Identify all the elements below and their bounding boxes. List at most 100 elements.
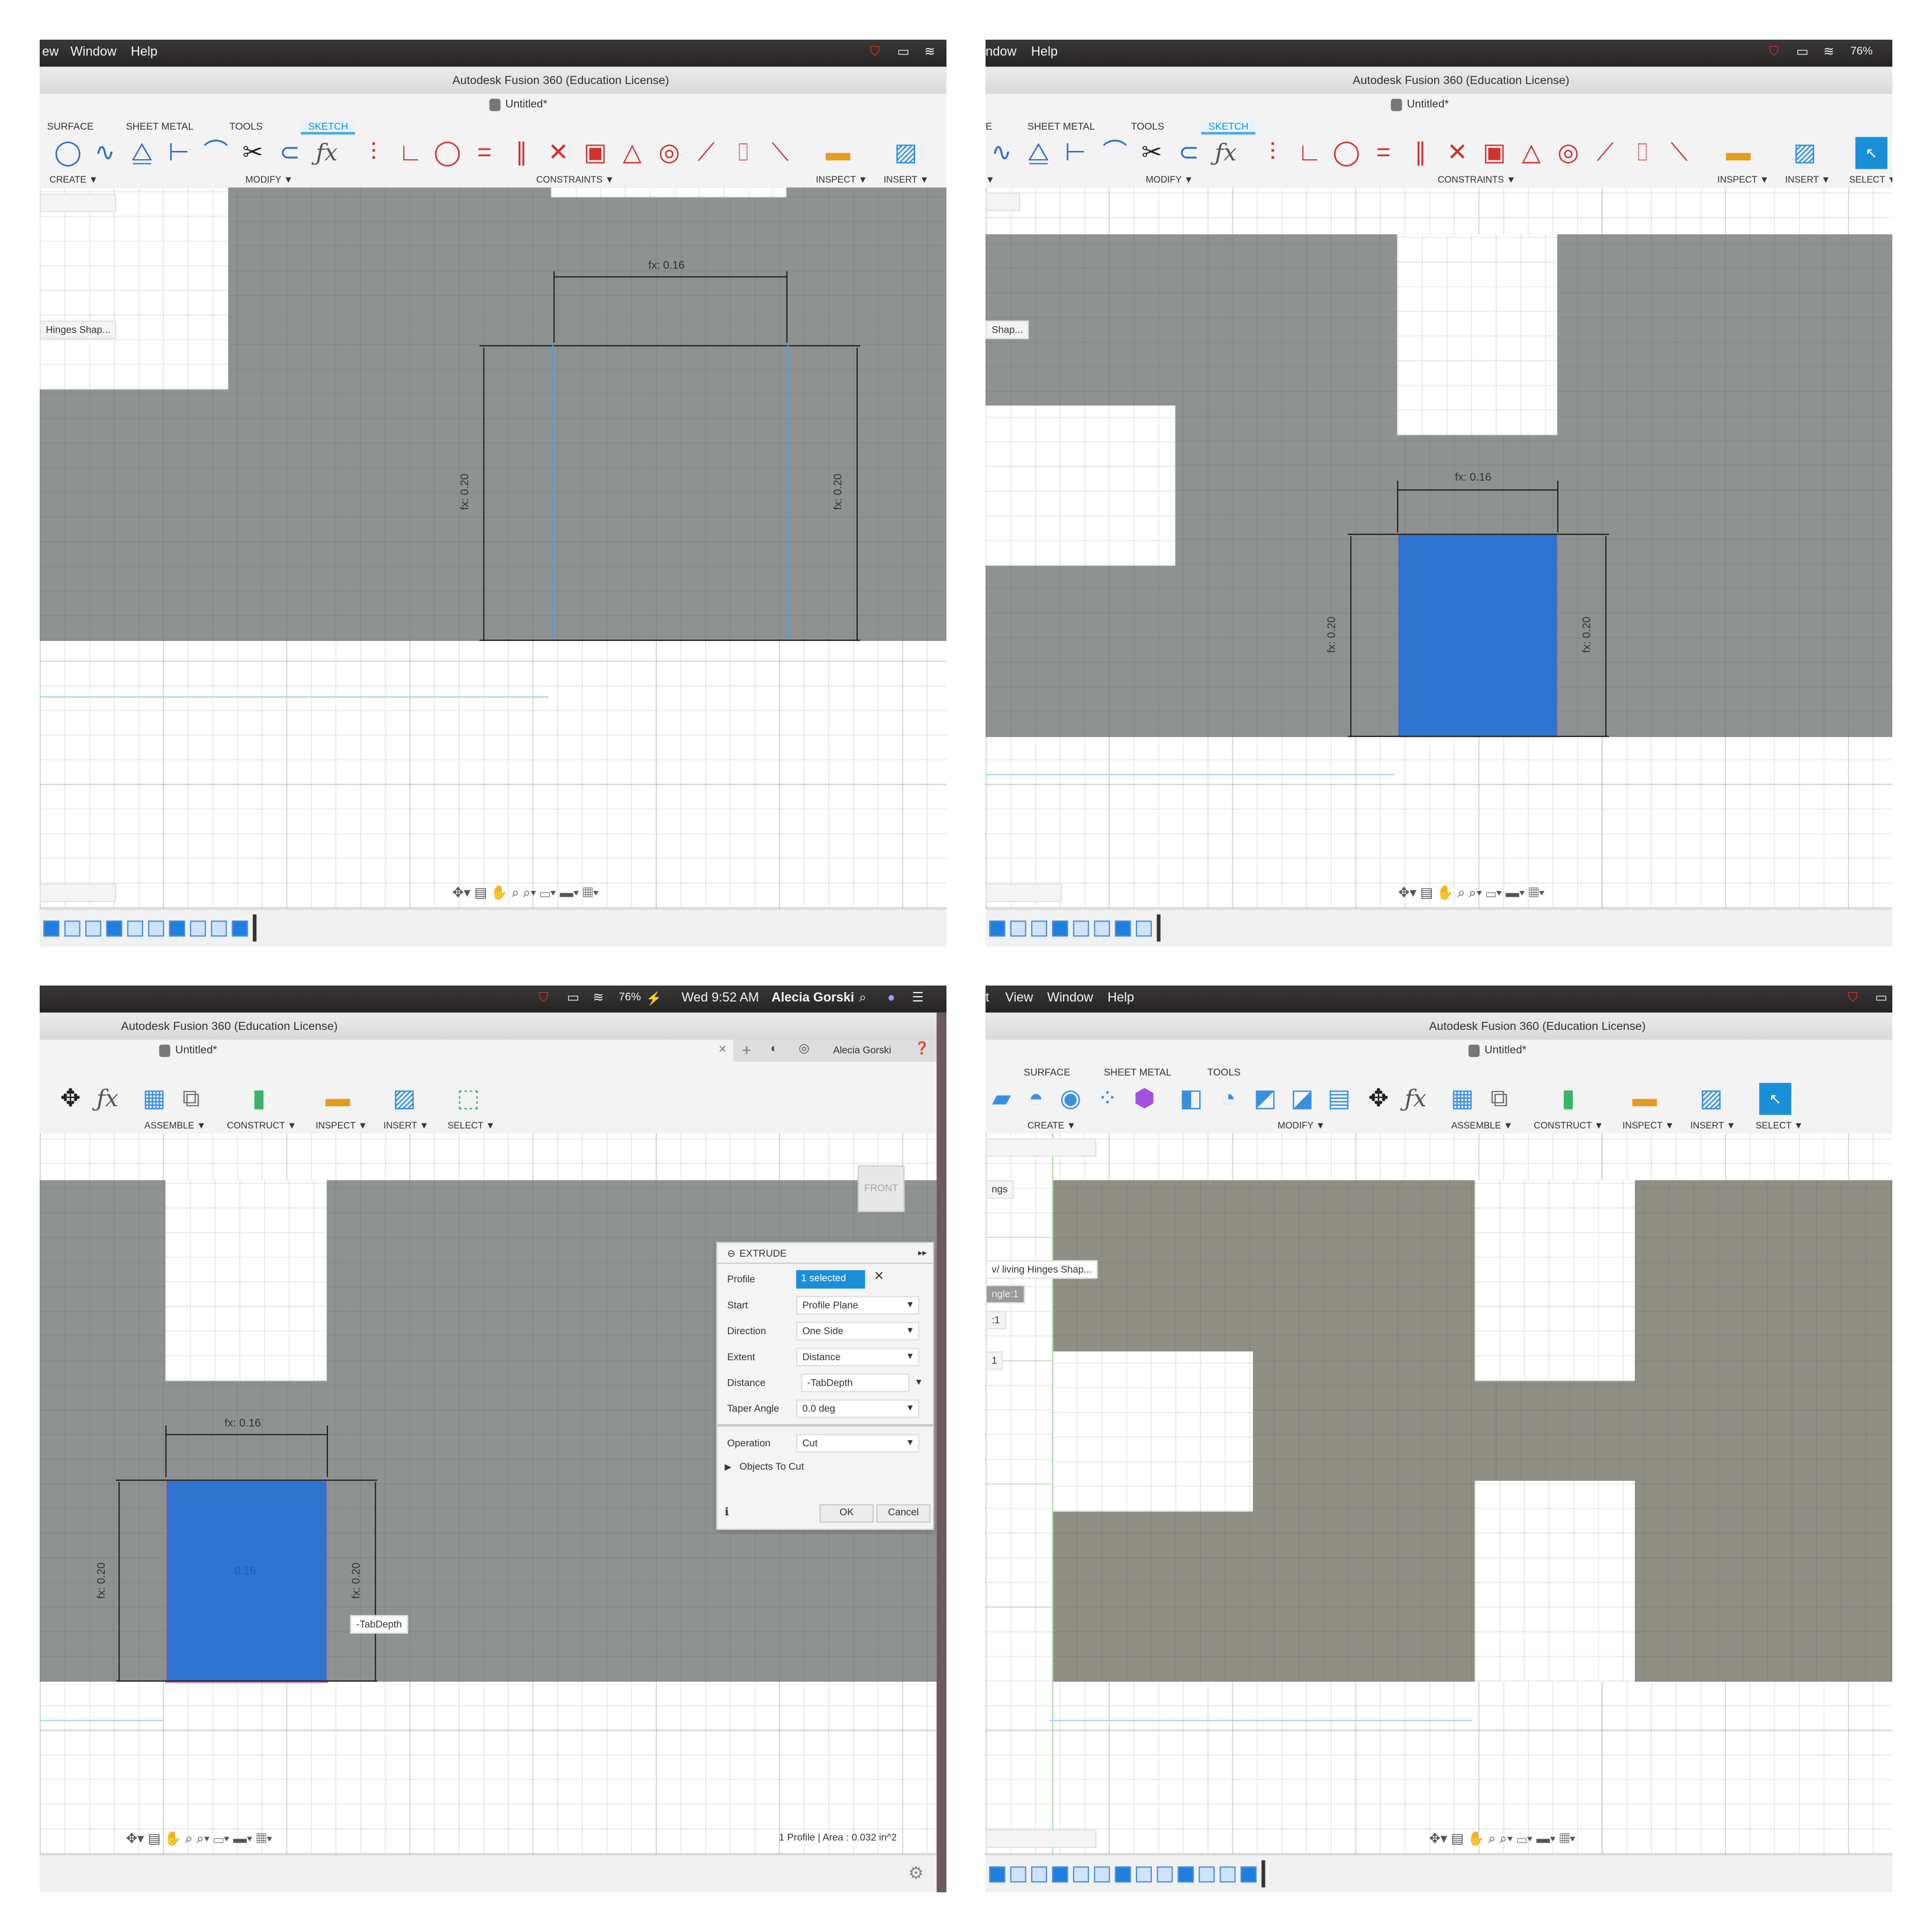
timeline-marker[interactable] bbox=[1157, 914, 1161, 942]
insert-image-icon[interactable]: ▨ bbox=[890, 137, 922, 169]
toolbar-group-select[interactable]: SELECT ▼ bbox=[1756, 1120, 1803, 1131]
toolbar-group-constraints[interactable]: CONSTRAINTS ▼ bbox=[1438, 174, 1516, 185]
tangent-icon[interactable]: ◯ bbox=[432, 137, 463, 169]
user-account[interactable]: Alecia Gorski bbox=[833, 1045, 891, 1056]
collinear-icon[interactable]: ✕ bbox=[1441, 137, 1473, 169]
equal-icon[interactable]: = bbox=[1367, 137, 1399, 169]
timeline-feature[interactable] bbox=[127, 920, 143, 937]
settings-gear-icon[interactable]: ⚙ bbox=[908, 1863, 923, 1883]
midpoint-icon[interactable]: ⟋ bbox=[1589, 137, 1621, 169]
fx-icon[interactable]: ƒx bbox=[1210, 137, 1242, 169]
collapse-icon[interactable]: ⊖ bbox=[727, 1248, 735, 1259]
triangle-icon[interactable]: △ bbox=[616, 137, 648, 169]
mirror-icon[interactable]: ⧋ bbox=[126, 137, 158, 169]
fillet-icon[interactable]: ⌒ bbox=[1099, 137, 1131, 169]
sketch-dimension-icon[interactable]: ⊢ bbox=[1060, 137, 1091, 169]
parallel-icon[interactable]: ∥ bbox=[505, 137, 537, 169]
collinear-icon[interactable]: ✕ bbox=[542, 137, 574, 169]
timeline-marker[interactable] bbox=[1261, 1860, 1266, 1888]
battery-icon[interactable]: ⚡ bbox=[646, 990, 662, 1006]
pattern-icon[interactable]: ⁘ bbox=[1091, 1083, 1123, 1115]
timeline-feature[interactable] bbox=[1157, 1866, 1173, 1883]
timeline-feature[interactable] bbox=[189, 920, 207, 937]
tab-sheet-metal[interactable]: SHEET METAL bbox=[1104, 1067, 1171, 1078]
toolbar-group-insert[interactable]: INSERT ▼ bbox=[1690, 1120, 1735, 1131]
document-tab[interactable]: Untitled* bbox=[1407, 98, 1449, 110]
browser-item[interactable]: :1 bbox=[986, 1310, 1006, 1329]
press-pull-icon[interactable]: ◧ bbox=[1176, 1083, 1208, 1115]
timeline-feature[interactable] bbox=[989, 920, 1006, 937]
menu-item[interactable]: Help bbox=[1107, 990, 1134, 1005]
dimension-label[interactable]: fx: 0.16 bbox=[648, 259, 684, 272]
airplay-icon[interactable]: ▭ bbox=[1875, 990, 1888, 1005]
chevron-down-icon[interactable]: ▼ bbox=[915, 1375, 923, 1391]
wifi-icon[interactable]: ≋ bbox=[593, 990, 604, 1005]
browser-item[interactable]: ngs bbox=[986, 1180, 1014, 1199]
browser-header[interactable] bbox=[986, 192, 1020, 211]
timeline-feature[interactable] bbox=[106, 920, 123, 937]
tab-sheet-metal[interactable]: SHEET METAL bbox=[1028, 121, 1095, 132]
menu-item[interactable]: ndow bbox=[986, 44, 1016, 59]
tangent-icon[interactable]: ◯ bbox=[1331, 137, 1363, 169]
profile-selection[interactable]: 1 selected bbox=[796, 1270, 865, 1289]
direction-dropdown[interactable]: One Side ▼ bbox=[796, 1322, 920, 1341]
extent-dropdown[interactable]: Distance ▼ bbox=[796, 1347, 920, 1367]
fillet-icon[interactable]: ⌒ bbox=[200, 137, 232, 169]
distance-input-tooltip[interactable]: -TabDepth bbox=[350, 1615, 408, 1634]
fix-constraint-icon[interactable]: ⫶ bbox=[1257, 137, 1289, 169]
siri-icon[interactable]: ● bbox=[887, 990, 895, 1005]
document-tab[interactable]: Untitled* bbox=[505, 98, 548, 110]
browser-footer[interactable] bbox=[986, 883, 1062, 903]
browser-item[interactable]: v/ living Hinges Shap... bbox=[986, 1260, 1099, 1279]
timeline[interactable]: ⚙ bbox=[40, 1854, 937, 1892]
toolbar-group-insert[interactable]: INSERT ▼ bbox=[884, 174, 929, 185]
offset-icon[interactable]: ⊂ bbox=[1173, 137, 1205, 169]
toolbar-group-assemble[interactable]: ASSEMBLE ▼ bbox=[1451, 1120, 1513, 1131]
close-tab-button[interactable]: × bbox=[719, 1042, 726, 1057]
symmetry-icon[interactable]: ⌷ bbox=[727, 137, 759, 169]
toolbar-group-create[interactable]: CREATE ▼ bbox=[50, 174, 98, 185]
toolbar-group-inspect[interactable]: INSPECT ▼ bbox=[315, 1120, 367, 1131]
timeline-feature[interactable] bbox=[1115, 920, 1131, 937]
navigation-toolbar[interactable]: ✥▾ ▤ ✋ ⌕ ⌕▾ ▭▾ ▬▾ ▦▾ bbox=[1398, 885, 1544, 902]
timeline-feature[interactable] bbox=[1094, 920, 1110, 937]
timeline-feature[interactable] bbox=[1240, 1866, 1257, 1883]
navigation-toolbar[interactable]: ✥▾ ▤ ✋ ⌕ ⌕▾ ▭▾ ▬▾ ▦▾ bbox=[1429, 1831, 1575, 1848]
selected-profile[interactable] bbox=[165, 1479, 329, 1683]
lock-icon[interactable]: ▣ bbox=[579, 137, 611, 169]
new-component-icon[interactable]: ▦ bbox=[1446, 1083, 1478, 1115]
toolbar-group-create[interactable]: CREATE ▼ bbox=[1028, 1120, 1076, 1131]
construct-plane-icon[interactable]: ▮ bbox=[1552, 1083, 1584, 1115]
timeline-feature[interactable] bbox=[169, 920, 185, 937]
timeline-feature[interactable] bbox=[1031, 1866, 1048, 1883]
fx-icon[interactable]: ƒx bbox=[1399, 1083, 1431, 1115]
view-cube[interactable]: FRONT bbox=[858, 1165, 905, 1212]
selected-profile[interactable] bbox=[1397, 533, 1559, 738]
browser-item[interactable]: Shap... bbox=[986, 320, 1029, 339]
chamfer-icon[interactable]: ◩ bbox=[1249, 1083, 1281, 1115]
offset-icon[interactable]: ⊂ bbox=[273, 137, 305, 169]
perpendicular-icon[interactable]: ∟ bbox=[394, 137, 426, 169]
shell-icon[interactable]: ◪ bbox=[1286, 1083, 1318, 1115]
mcafee-icon[interactable]: ⛉ bbox=[1848, 990, 1857, 1006]
navigation-toolbar[interactable]: ✥▾ ▤ ✋ ⌕ ⌕▾ ▭▾ ▬▾ ▦▾ bbox=[126, 1831, 272, 1848]
dimension-label[interactable]: fx: 0.16 bbox=[224, 1417, 260, 1429]
concentric-icon[interactable]: ◎ bbox=[653, 137, 685, 169]
measure-icon[interactable]: ▬ bbox=[822, 137, 854, 169]
lock-icon[interactable]: ▣ bbox=[1479, 137, 1511, 169]
toolbar-group-construct[interactable]: CONSTRUCT ▼ bbox=[227, 1120, 297, 1131]
combine-icon[interactable]: ▤ bbox=[1323, 1083, 1355, 1115]
tab-sketch[interactable]: SKETCH bbox=[301, 121, 356, 135]
dimension-label[interactable]: fx: 0.20 bbox=[1325, 617, 1338, 653]
timeline-feature[interactable] bbox=[1199, 1866, 1215, 1883]
viewport-canvas[interactable]: fx: 0.16 fx: 0.20 fx: 0.20 Shap... ✥▾ ▤ ✋ ⌕ … bbox=[986, 187, 1892, 909]
fillet-icon[interactable]: ◔ bbox=[1212, 1083, 1244, 1115]
help-icon[interactable]: ❓ bbox=[915, 1042, 930, 1056]
tab-tools[interactable]: TOOLS bbox=[1131, 121, 1164, 132]
hole-icon[interactable]: ◉ bbox=[1055, 1083, 1087, 1115]
browser-item[interactable]: Hinges Shap... bbox=[40, 320, 117, 339]
fx-icon[interactable]: ƒx bbox=[311, 137, 343, 169]
symmetry-icon[interactable]: ⌷ bbox=[1626, 137, 1658, 169]
timeline[interactable] bbox=[986, 908, 1892, 946]
joint-icon[interactable]: ⧉ bbox=[1483, 1083, 1515, 1115]
